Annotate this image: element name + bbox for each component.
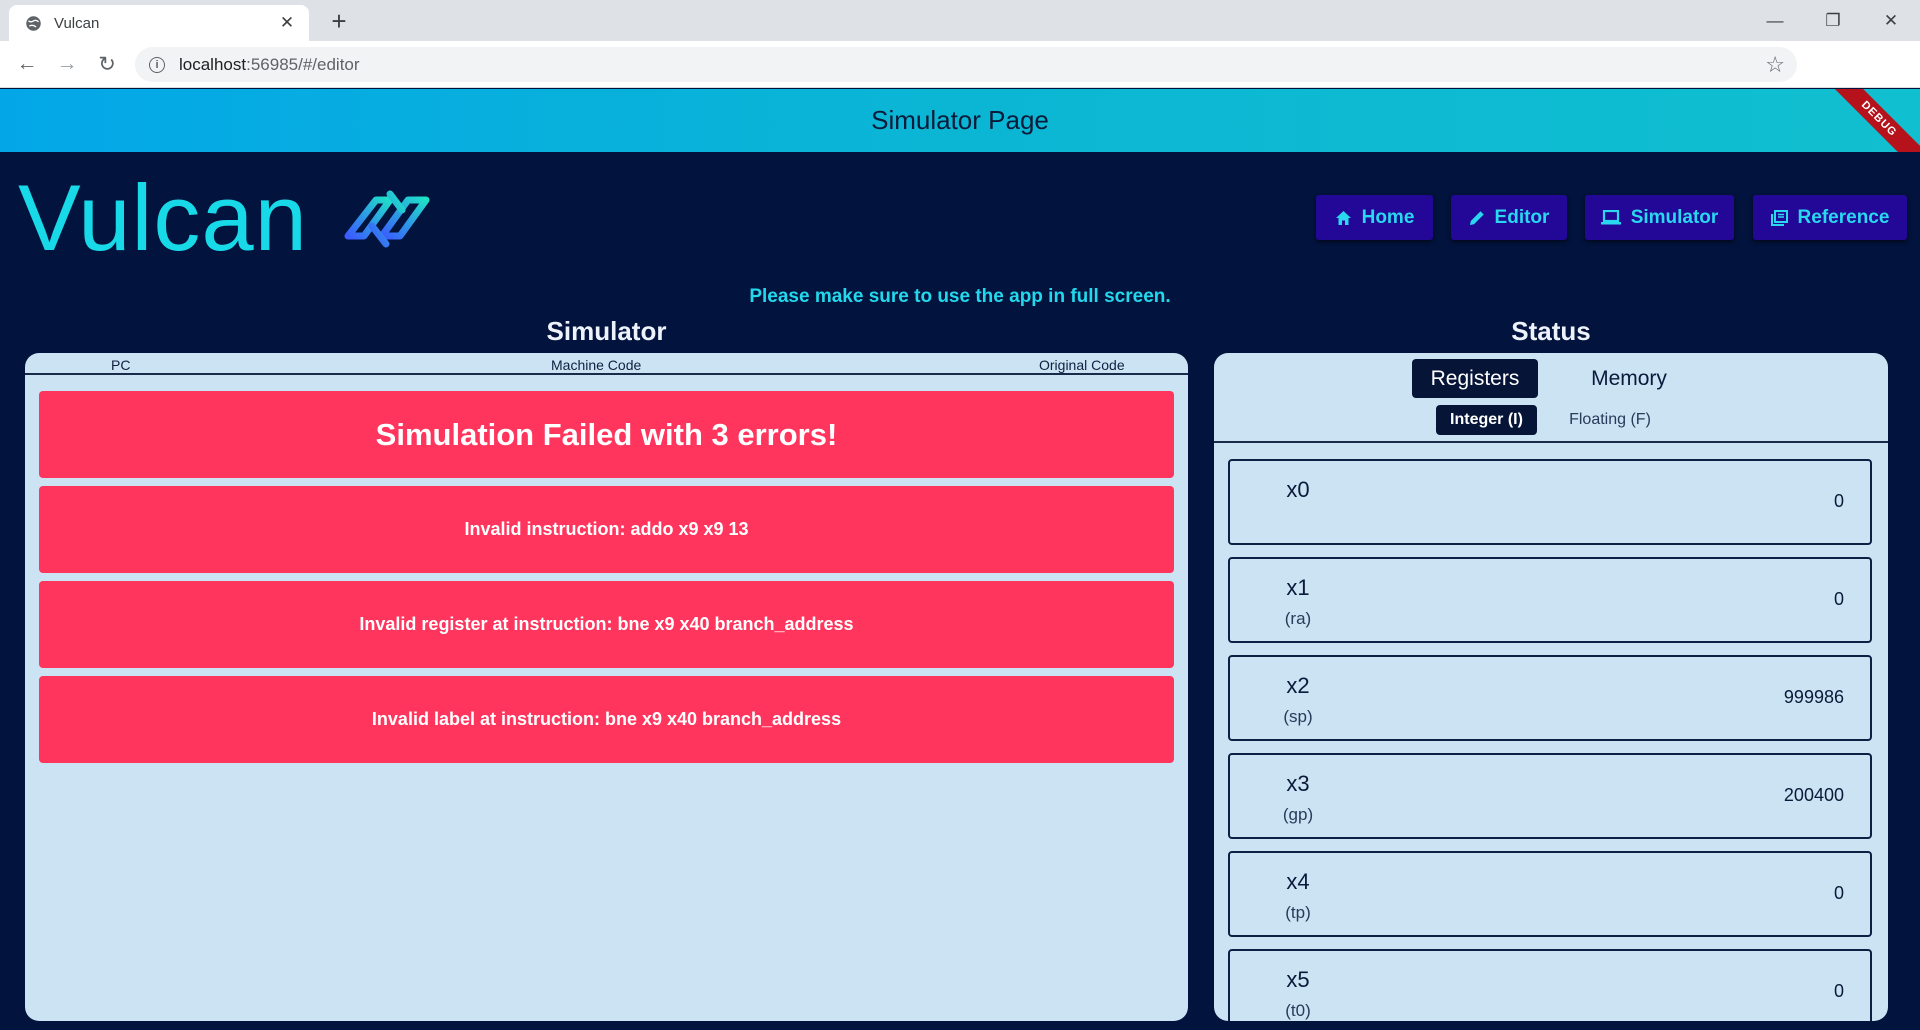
new-tab-button[interactable]: +: [324, 6, 354, 36]
browser-tab-strip: Vulcan ✕ + — ❐ ✕: [0, 0, 1920, 41]
url-text: localhost:56985/#/editor: [179, 55, 360, 75]
url-host: localhost: [179, 54, 247, 74]
url-path: :56985/#/editor: [246, 54, 360, 74]
tab-registers[interactable]: Registers: [1412, 359, 1538, 398]
register-value: 999986: [1783, 687, 1844, 707]
minimize-button[interactable]: —: [1746, 0, 1804, 41]
subtab-integer[interactable]: Integer (I): [1436, 405, 1537, 435]
site-info-icon[interactable]: i: [149, 56, 165, 73]
forward-button[interactable]: →: [52, 49, 82, 79]
bookmark-star-icon[interactable]: ☆: [1765, 52, 1785, 78]
register-row: x1 (ra) 0: [1228, 557, 1872, 643]
fullscreen-notice: Please make sure to use the app in full …: [749, 286, 1171, 307]
register-name: x3: [1286, 771, 1310, 796]
column-pc: PC: [111, 357, 131, 373]
column-original-code: Original Code: [1039, 357, 1125, 373]
nav-simulator-label: Simulator: [1630, 206, 1719, 228]
error-message: Invalid instruction: addo x9 x9 13: [39, 486, 1174, 573]
status-panel: Registers Memory Integer (I) Floating (F…: [1214, 353, 1888, 1021]
debug-banner: DEBUG: [1818, 89, 1920, 152]
tab-memory[interactable]: Memory: [1571, 359, 1687, 398]
simulation-failed-banner: Simulation Failed with 3 errors!: [39, 391, 1174, 478]
register-alias: (gp): [1282, 805, 1314, 824]
column-machine-code: Machine Code: [551, 357, 642, 373]
register-list[interactable]: x0 0 x1 (ra) 0 x2 (sp) 999986 x3 (gp) 20…: [1228, 459, 1872, 1021]
close-window-button[interactable]: ✕: [1862, 0, 1920, 41]
simulator-title: Simulator: [546, 316, 667, 346]
nav-reference-label: Reference: [1797, 206, 1890, 228]
register-name: x0: [1286, 477, 1310, 502]
browser-toolbar: ← → ↻ i localhost:56985/#/editor ☆ ⋮: [0, 41, 1920, 119]
register-alias: (ra): [1284, 609, 1312, 628]
browser-tab[interactable]: Vulcan ✕: [9, 5, 309, 41]
nav-home-label: Home: [1361, 206, 1415, 228]
register-alias: (tp): [1285, 903, 1311, 922]
tab-title: Vulcan: [54, 14, 100, 32]
register-name: x2: [1286, 673, 1310, 698]
vulcan-logo-text: Vulcan: [18, 165, 308, 270]
status-title: Status: [1511, 316, 1591, 346]
register-value: 200400: [1783, 785, 1844, 805]
nav-reference-button[interactable]: Reference: [1753, 195, 1907, 240]
app-bar: Simulator Page DEBUG: [0, 89, 1920, 152]
reload-button[interactable]: ↻: [92, 49, 122, 79]
register-row: x3 (gp) 200400: [1228, 753, 1872, 839]
tab-close-icon[interactable]: ✕: [277, 13, 297, 33]
register-row: x5 (t0) 0: [1228, 949, 1872, 1021]
book-icon: [1770, 209, 1788, 226]
register-row: x4 (tp) 0: [1228, 851, 1872, 937]
register-row: x2 (sp) 999986: [1228, 655, 1872, 741]
register-value: 0: [1833, 589, 1844, 609]
register-alias: (t0): [1285, 1001, 1311, 1020]
globe-icon: [26, 15, 41, 31]
nav-home-button[interactable]: Home: [1316, 195, 1433, 240]
register-name: x4: [1286, 869, 1310, 894]
register-alias: (sp): [1283, 707, 1313, 726]
restore-button[interactable]: ❐: [1804, 0, 1862, 41]
error-message: Invalid label at instruction: bne x9 x40…: [39, 676, 1174, 763]
error-message: Invalid register at instruction: bne x9 …: [39, 581, 1174, 668]
app-bar-title: Simulator Page: [871, 105, 1049, 135]
register-value: 0: [1833, 491, 1844, 511]
register-value: 0: [1833, 981, 1844, 1001]
home-icon: [1335, 210, 1352, 226]
nav-editor-button[interactable]: Editor: [1451, 195, 1567, 240]
status-tab-bar: Registers Memory Integer (I) Floating (F…: [1214, 353, 1888, 443]
subtab-floating[interactable]: Floating (F): [1559, 405, 1661, 435]
register-name: x5: [1286, 967, 1310, 992]
register-value: 0: [1833, 883, 1844, 903]
address-bar[interactable]: i localhost:56985/#/editor ☆: [135, 47, 1797, 82]
register-row: x0 0: [1228, 459, 1872, 545]
laptop-icon: [1600, 210, 1621, 225]
nav-simulator-button[interactable]: Simulator: [1585, 195, 1734, 240]
register-name: x1: [1286, 575, 1310, 600]
pencil-icon: [1469, 210, 1485, 226]
vulcan-logo-icon: [344, 190, 430, 248]
simulator-panel: PC Machine Code Original Code Simulation…: [25, 353, 1188, 1021]
simulator-column-header: PC Machine Code Original Code: [25, 353, 1188, 375]
nav-editor-label: Editor: [1494, 206, 1550, 228]
back-button[interactable]: ←: [12, 49, 42, 79]
